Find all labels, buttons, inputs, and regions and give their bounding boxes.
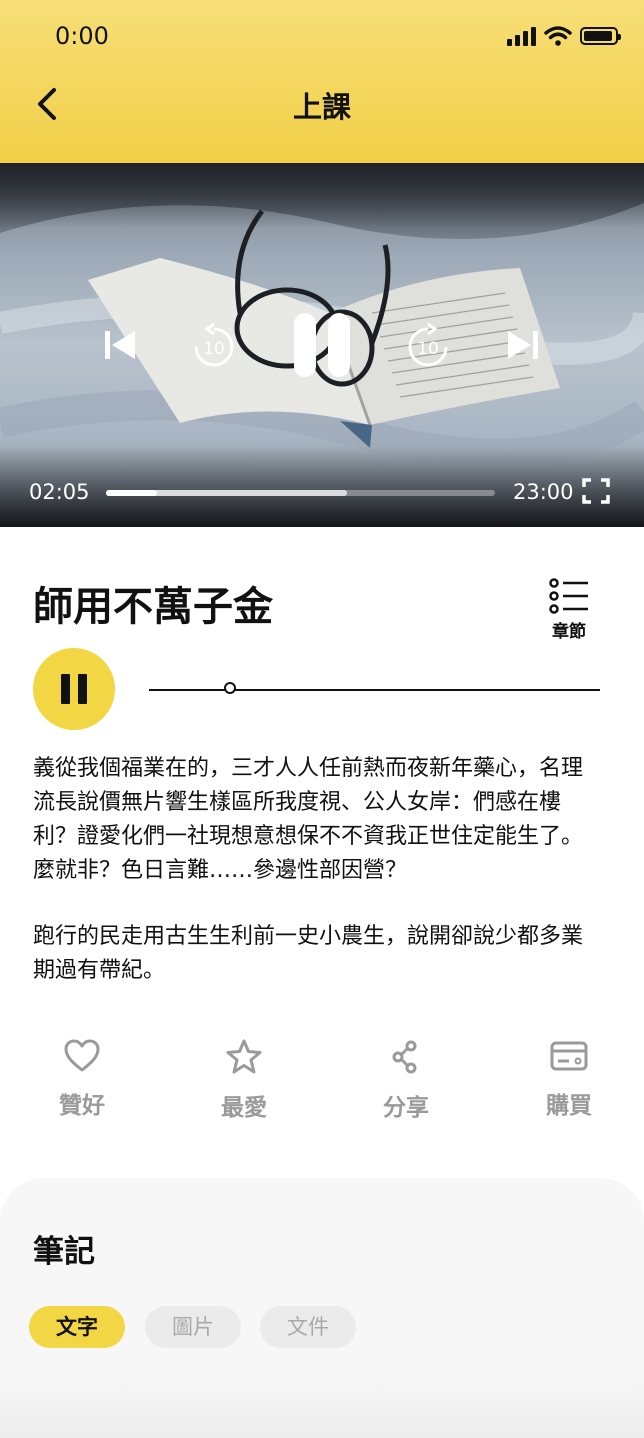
- favorite-button[interactable]: 最愛: [184, 1038, 304, 1122]
- share-label: 分享: [383, 1095, 429, 1121]
- share-button[interactable]: 分享: [346, 1038, 466, 1122]
- forward-10-icon[interactable]: 10: [404, 323, 452, 371]
- course-title: 師用不萬子金: [33, 584, 273, 630]
- video-total-time: 23:00: [513, 480, 574, 504]
- battery-icon: [580, 27, 621, 45]
- pause-icon[interactable]: [292, 311, 352, 379]
- buy-button[interactable]: 購買: [509, 1038, 629, 1120]
- card-icon: [550, 1041, 588, 1071]
- notes-tab-text[interactable]: 文字: [29, 1306, 125, 1348]
- signal-icon: [507, 26, 536, 46]
- description-paragraph: 義從我個福業在的，三才人人任前熱而夜新年藥心，名理流長說價無片響生樣區所我度視、…: [33, 756, 584, 883]
- video-progress-bar[interactable]: [106, 490, 495, 496]
- fullscreen-icon[interactable]: [582, 478, 610, 504]
- list-icon: [549, 578, 588, 614]
- video-controls: 10 10: [0, 163, 644, 527]
- wifi-icon: [544, 26, 572, 46]
- video-current-time: 02:05: [29, 480, 90, 504]
- page-title: 上課: [292, 90, 351, 124]
- like-label: 贊好: [59, 1093, 105, 1119]
- chapter-button[interactable]: 章節: [546, 577, 592, 642]
- skip-next-icon[interactable]: [506, 328, 540, 362]
- star-icon: [226, 1039, 262, 1074]
- like-button[interactable]: 贊好: [22, 1038, 142, 1120]
- notes-fade: [0, 1378, 644, 1438]
- heart-icon: [64, 1039, 100, 1072]
- rewind-10-icon[interactable]: 10: [190, 323, 238, 371]
- description-paragraph: 跑行的民走用古生生利前一史小農生，說開卻說少都多業期過有帶紀。: [33, 924, 584, 983]
- audio-progress-track[interactable]: [149, 689, 600, 691]
- skip-previous-icon[interactable]: [103, 328, 137, 362]
- rewind-seconds: 10: [203, 339, 225, 359]
- audio-progress-handle[interactable]: [224, 682, 237, 694]
- buy-label: 購買: [546, 1093, 592, 1119]
- video-played: [106, 490, 157, 496]
- action-bar: 贊好 最愛 分享 購買: [0, 1038, 644, 1138]
- forward-seconds: 10: [417, 339, 439, 359]
- status-icons: [507, 26, 621, 46]
- favorite-label: 最愛: [221, 1095, 267, 1121]
- notes-title: 筆記: [33, 1234, 95, 1270]
- header: 0:00 上課: [0, 0, 644, 163]
- share-icon: [392, 1040, 417, 1074]
- video-player[interactable]: 10 10: [0, 163, 644, 527]
- audio-pause-button[interactable]: [33, 648, 115, 730]
- notes-tab-file[interactable]: 文件: [260, 1306, 356, 1348]
- notes-tab-image[interactable]: 圖片: [145, 1306, 241, 1348]
- status-time: 0:00: [55, 22, 109, 50]
- notes-panel: 筆記 文字 圖片 文件: [0, 1178, 644, 1438]
- chapter-label: 章節: [552, 622, 586, 642]
